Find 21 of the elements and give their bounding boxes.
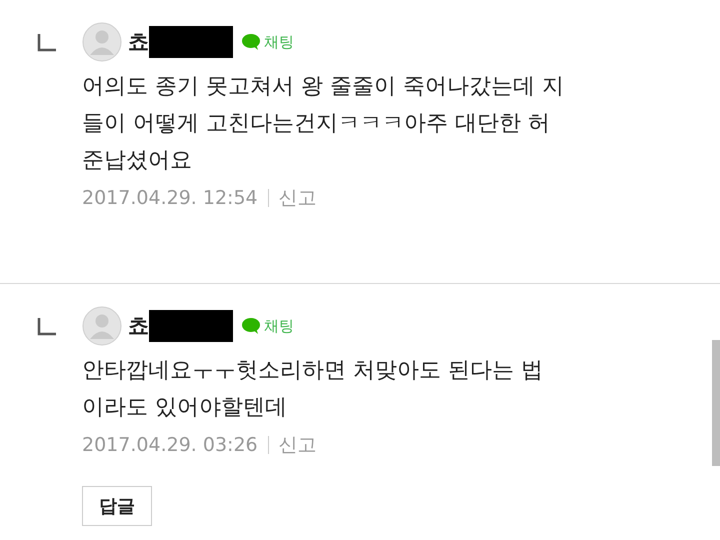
comment-date: 2017.04.29. 12:54 xyxy=(82,187,258,209)
user-name: 쵸 xyxy=(128,29,149,56)
chat-bubble-icon xyxy=(241,33,261,51)
avatar-icon xyxy=(82,306,122,346)
comment-text: 준납셨어요 xyxy=(82,147,193,175)
reply-button[interactable]: 답글 xyxy=(82,486,152,526)
comment-text: 들이 어떻게 고친다는건지ㅋㅋㅋ아주 대단한 허 xyxy=(82,110,551,138)
report-link[interactable]: 신고 xyxy=(278,432,317,458)
comment-text: 이라도 있어야할텐데 xyxy=(82,394,288,422)
comment-text: 어의도 종기 못고쳐서 왕 줄줄이 죽어나갔는데 지 xyxy=(82,73,564,101)
report-link[interactable]: 신고 xyxy=(278,185,317,211)
user-name: 쵸 xyxy=(128,313,149,340)
reply-corner-icon xyxy=(36,32,58,54)
chat-link[interactable]: 채팅 xyxy=(241,316,294,336)
chat-link[interactable]: 채팅 xyxy=(241,32,294,52)
avatar-icon xyxy=(82,22,122,62)
comment-text: 안타깝네요ㅜㅜ헛소리하면 처맞아도 된다는 법 xyxy=(82,357,543,385)
chat-bubble-icon xyxy=(241,317,261,335)
comment-date: 2017.04.29. 03:26 xyxy=(82,434,258,456)
scrollbar[interactable] xyxy=(712,340,720,466)
reply-corner-icon xyxy=(36,316,58,338)
